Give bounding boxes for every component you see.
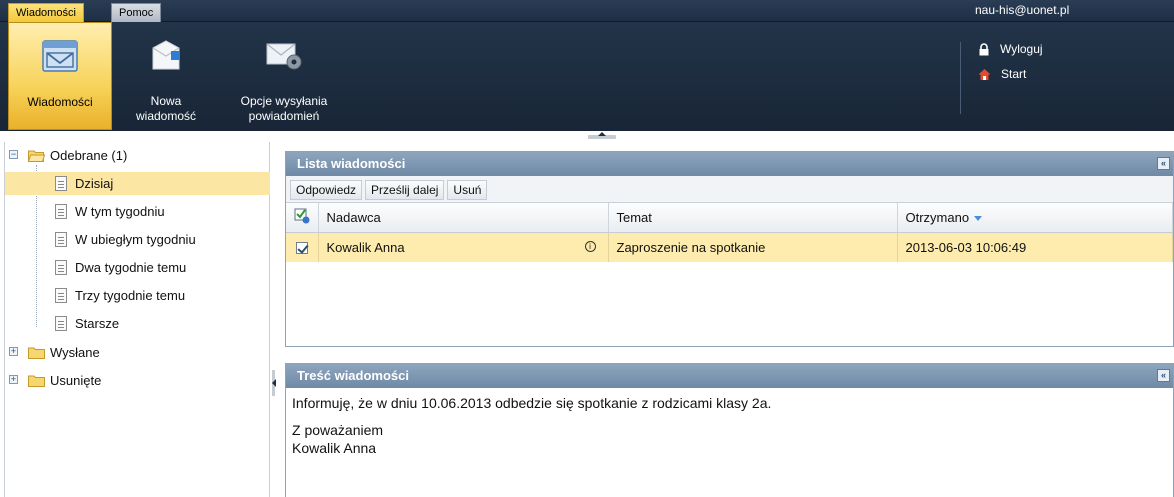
lock-icon (979, 43, 989, 56)
table-header-row: Nadawca Temat Otrzymano (286, 203, 1173, 233)
tree-node-inbox[interactable]: − Odebrane (1) (5, 144, 270, 167)
folder-icon (28, 375, 45, 387)
logout-link[interactable]: Wyloguj (978, 42, 1043, 56)
delete-button[interactable]: Usuń (447, 180, 488, 200)
new-message-label-2: wiadomość (135, 109, 197, 123)
document-icon (55, 204, 67, 219)
top-bar: Wiadomości Pomoc nau-his@uonet.pl (0, 0, 1174, 22)
forward-button[interactable]: Prześlij dalej (365, 180, 445, 200)
collapse-panel-icon[interactable]: « (1157, 157, 1170, 170)
new-message-label-1: Nowa (150, 94, 182, 108)
notification-options-label-1: Opcje wysyłania (240, 94, 328, 108)
document-icon (55, 176, 67, 191)
tree-node-two-weeks-ago[interactable]: Dwa tygodnie temu (5, 256, 270, 279)
ribbon-collapse-splitter[interactable] (0, 131, 1174, 142)
message-body-panel: Treść wiadomości « Informuję, że w dniu … (285, 363, 1174, 497)
cell-received: 2013-06-03 10:06:49 (897, 232, 1173, 262)
collapse-panel-icon[interactable]: « (1157, 369, 1170, 382)
notification-options-button[interactable]: Opcje wysyłania powiadomień (222, 22, 346, 130)
expand-plus-icon[interactable]: + (9, 375, 18, 384)
message-body-title: Treść wiadomości (297, 368, 409, 383)
tree-label-three-weeks-ago: Trzy tygodnie temu (75, 288, 186, 303)
document-icon (55, 288, 67, 303)
cell-subject: Zaproszenie na spotkanie (608, 232, 898, 262)
collapse-minus-icon[interactable]: − (9, 150, 18, 159)
collapse-up-icon[interactable] (588, 132, 616, 139)
tree-label-last-week: W ubiegłym tygodniu (75, 232, 196, 247)
reply-button[interactable]: Odpowiedz (290, 180, 363, 200)
folder-tree: − Odebrane (1) Dzisiaj W tym tygodniu W … (4, 142, 270, 497)
row-checkbox[interactable] (296, 242, 308, 255)
messages-button[interactable]: Wiadomości (8, 22, 112, 130)
ribbon: Wiadomości Nowa wiadomość Opcje wysyłani… (0, 22, 1174, 131)
home-icon (978, 69, 991, 81)
start-label: Start (1001, 67, 1027, 81)
message-table: Nadawca Temat Otrzymano Kowalik Anna i Za… (286, 203, 1173, 262)
notification-options-label-2: powiadomień (248, 109, 320, 123)
tree-node-sent[interactable]: + Wysłane (5, 341, 270, 364)
collapse-left-icon[interactable] (272, 370, 276, 396)
tree-node-today[interactable]: Dzisiaj (5, 172, 270, 195)
ribbon-divider (960, 42, 961, 114)
message-line-2: Z poważaniem (292, 422, 384, 438)
select-all-icon (294, 208, 310, 224)
document-icon (55, 316, 67, 331)
user-email: nau-his@uonet.pl (975, 3, 1070, 17)
info-icon[interactable]: i (584, 240, 596, 252)
message-list-title: Lista wiadomości (297, 156, 406, 171)
message-toolbar: Odpowiedz Prześlij dalej Usuń (286, 176, 1173, 203)
tree-label-today: Dzisiaj (75, 176, 114, 191)
tree-node-three-weeks-ago[interactable]: Trzy tygodnie temu (5, 284, 270, 307)
tab-wiadomosci[interactable]: Wiadomości (8, 3, 84, 22)
tree-label-two-weeks-ago: Dwa tygodnie temu (75, 260, 187, 275)
tree-node-deleted[interactable]: + Usunięte (5, 369, 270, 392)
message-body-text: Informuję, że w dniu 10.06.2013 odbedzie… (286, 388, 1173, 463)
tree-label-sent: Wysłane (50, 345, 100, 360)
column-subject[interactable]: Temat (608, 203, 898, 233)
new-message-button[interactable]: Nowa wiadomość (130, 22, 202, 130)
tree-label-inbox: Odebrane (1) (50, 148, 128, 163)
start-link[interactable]: Start (978, 67, 1026, 81)
column-sender[interactable]: Nadawca (318, 203, 609, 233)
open-folder-icon (28, 150, 45, 162)
message-list-header: Lista wiadomości « (286, 152, 1173, 176)
tree-label-deleted: Usunięte (50, 373, 102, 388)
document-icon (55, 232, 67, 247)
column-received[interactable]: Otrzymano (897, 203, 1173, 233)
message-line-3: Kowalik Anna (292, 440, 377, 456)
tree-node-older[interactable]: Starsze (5, 312, 270, 335)
row-checkbox-cell[interactable] (286, 232, 319, 262)
tree-label-older: Starsze (75, 316, 120, 331)
messages-button-label: Wiadomości (27, 95, 93, 109)
expand-plus-icon[interactable]: + (9, 347, 18, 356)
messages-icon (42, 40, 78, 72)
folder-icon (28, 347, 45, 359)
column-received-label: Otrzymano (905, 209, 970, 225)
message-line-1: Informuję, że w dniu 10.06.2013 odbedzie… (292, 395, 772, 411)
message-list-panel: Lista wiadomości « Odpowiedz Prześlij dal… (285, 151, 1174, 347)
table-row[interactable]: Kowalik Anna i Zaproszenie na spotkanie 2… (286, 232, 1173, 262)
new-message-icon (152, 40, 180, 70)
tree-label-this-week: W tym tygodniu (75, 204, 165, 219)
tree-node-last-week[interactable]: W ubiegłym tygodniu (5, 228, 270, 251)
envelope-gear-icon (266, 43, 302, 70)
tree-node-this-week[interactable]: W tym tygodniu (5, 200, 270, 223)
sidebar-splitter[interactable] (270, 142, 285, 497)
sender-name: Kowalik Anna (326, 239, 405, 255)
logout-label: Wyloguj (1000, 42, 1043, 56)
select-all-header[interactable] (286, 203, 319, 233)
cell-sender: Kowalik Anna i (318, 232, 609, 262)
tab-pomoc[interactable]: Pomoc (111, 3, 162, 22)
sort-desc-icon (974, 215, 983, 221)
message-body-header: Treść wiadomości « (286, 364, 1173, 388)
document-icon (55, 260, 67, 275)
